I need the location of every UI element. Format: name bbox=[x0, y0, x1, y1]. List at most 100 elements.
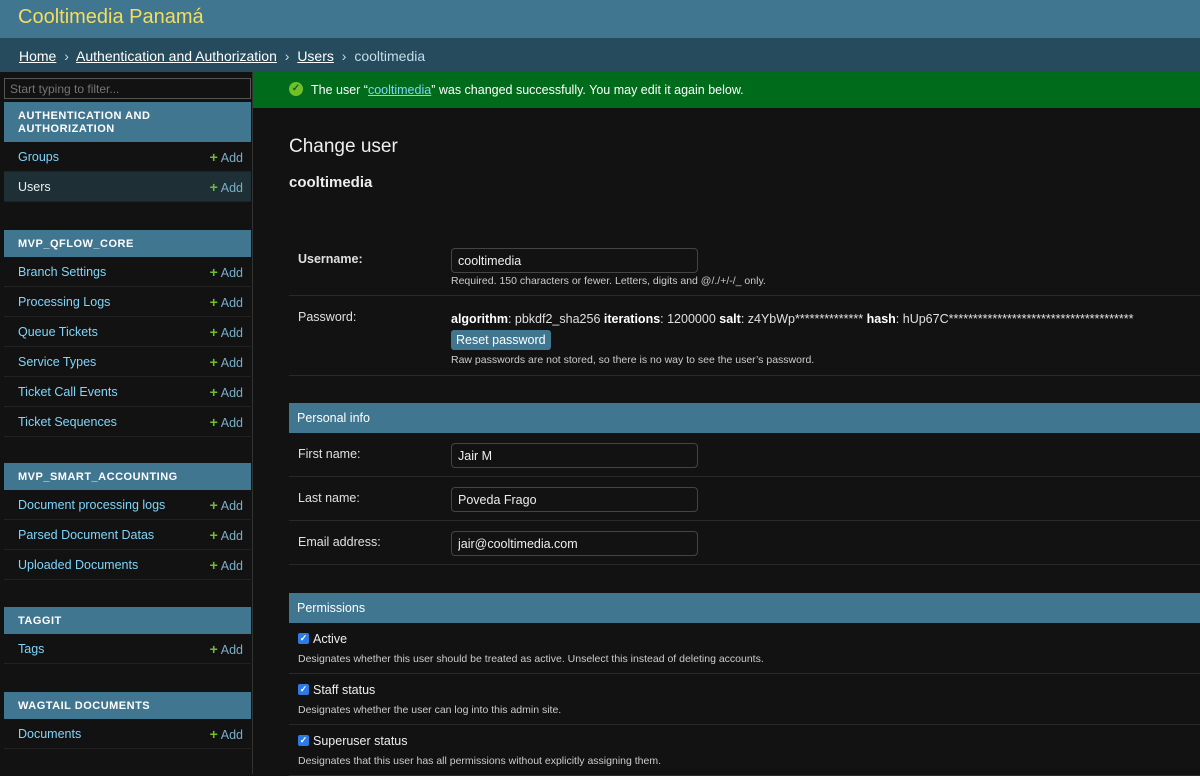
sidebar-item-documents[interactable]: Documents + Add bbox=[4, 719, 251, 749]
plus-icon: + bbox=[209, 497, 218, 513]
model-link[interactable]: Ticket Call Events bbox=[18, 385, 118, 399]
add-button[interactable]: + Add bbox=[210, 641, 243, 657]
add-button[interactable]: + Add bbox=[210, 384, 243, 400]
module-auth: AUTHENTICATION AND AUTHORIZATION Groups … bbox=[4, 102, 251, 202]
success-check-icon: ✓ bbox=[289, 82, 303, 96]
password-hash-summary: algorithm: pbkdf2_sha256 iterations: 120… bbox=[451, 312, 1134, 326]
sidebar-item-uploaded-documents[interactable]: Uploaded Documents + Add bbox=[4, 550, 251, 580]
module-wagtail-documents: WAGTAIL DOCUMENTS Documents + Add bbox=[4, 692, 251, 749]
sidebar-item-parsed-document-datas[interactable]: Parsed Document Datas + Add bbox=[4, 520, 251, 550]
module-caption[interactable]: AUTHENTICATION AND AUTHORIZATION bbox=[4, 102, 251, 142]
active-label[interactable]: Active bbox=[313, 632, 347, 646]
plus-icon: + bbox=[209, 324, 218, 340]
sidebar-item-branch-settings[interactable]: Branch Settings + Add bbox=[4, 257, 251, 287]
sidebar-item-users[interactable]: Users + Add bbox=[4, 172, 251, 202]
email-input[interactable] bbox=[451, 531, 698, 556]
active-row: ✓ Active Designates whether this user sh… bbox=[289, 623, 1200, 674]
pw-key: hash bbox=[866, 312, 896, 326]
model-link[interactable]: Processing Logs bbox=[18, 295, 110, 309]
first-name-row: First name: bbox=[289, 433, 1200, 477]
breadcrumb-separator: › bbox=[341, 48, 347, 64]
superuser-status-checkbox[interactable]: ✓ bbox=[298, 735, 309, 746]
add-button[interactable]: + Add bbox=[210, 726, 243, 742]
breadcrumb-model[interactable]: Users bbox=[297, 48, 334, 64]
add-label: Add bbox=[220, 728, 243, 742]
last-name-input[interactable] bbox=[451, 487, 698, 512]
breadcrumb-app[interactable]: Authentication and Authorization bbox=[76, 48, 277, 64]
superuser-status-help: Designates that this user has all permis… bbox=[298, 755, 662, 767]
add-button[interactable]: + Add bbox=[210, 414, 243, 430]
password-label: Password: bbox=[298, 310, 357, 324]
username-input[interactable] bbox=[451, 248, 698, 273]
module-caption[interactable]: MVP_SMART_ACCOUNTING bbox=[4, 463, 251, 490]
username-help: Required. 150 characters or fewer. Lette… bbox=[451, 275, 766, 287]
model-link[interactable]: Ticket Sequences bbox=[18, 415, 117, 429]
nav-filter-input[interactable] bbox=[4, 78, 251, 99]
model-link[interactable]: Groups bbox=[18, 150, 59, 164]
model-link[interactable]: Queue Tickets bbox=[18, 325, 98, 339]
module-caption[interactable]: MVP_QFLOW_CORE bbox=[4, 230, 251, 257]
staff-status-checkbox[interactable]: ✓ bbox=[298, 684, 309, 695]
site-name-link[interactable]: Cooltimedia Panamá bbox=[18, 6, 204, 29]
plus-icon: + bbox=[209, 414, 218, 430]
sidebar-item-queue-tickets[interactable]: Queue Tickets + Add bbox=[4, 317, 251, 347]
pw-value: hUp67C**********************************… bbox=[902, 312, 1134, 326]
model-link[interactable]: Tags bbox=[18, 642, 44, 656]
sidebar-item-ticket-call-events[interactable]: Ticket Call Events + Add bbox=[4, 377, 251, 407]
sidebar-item-ticket-sequences[interactable]: Ticket Sequences + Add bbox=[4, 407, 251, 437]
sidebar-item-document-processing-logs[interactable]: Document processing logs + Add bbox=[4, 490, 251, 520]
first-name-label: First name: bbox=[298, 447, 361, 461]
plus-icon: + bbox=[209, 527, 218, 543]
pw-value: z4YbWp************** bbox=[747, 312, 864, 326]
sidebar-item-service-types[interactable]: Service Types + Add bbox=[4, 347, 251, 377]
add-button[interactable]: + Add bbox=[210, 264, 243, 280]
model-link[interactable]: Document processing logs bbox=[18, 498, 165, 512]
module-caption[interactable]: TAGGIT bbox=[4, 607, 251, 634]
superuser-status-label[interactable]: Superuser status bbox=[313, 734, 408, 748]
staff-status-help: Designates whether the user can log into… bbox=[298, 704, 562, 716]
plus-icon: + bbox=[209, 354, 218, 370]
sidebar-item-groups[interactable]: Groups + Add bbox=[4, 142, 251, 172]
username-label: Username: bbox=[298, 252, 363, 266]
add-groups-button[interactable]: + Add bbox=[210, 149, 243, 165]
add-label: Add bbox=[220, 151, 243, 165]
module-caption[interactable]: WAGTAIL DOCUMENTS bbox=[4, 692, 251, 719]
model-link[interactable]: Users bbox=[18, 180, 51, 194]
model-link[interactable]: Documents bbox=[18, 727, 81, 741]
add-button[interactable]: + Add bbox=[210, 324, 243, 340]
sidebar-item-tags[interactable]: Tags + Add bbox=[4, 634, 251, 664]
pw-value: 1200000 bbox=[667, 312, 716, 326]
message-text: The user “ bbox=[311, 83, 368, 97]
add-label: Add bbox=[220, 643, 243, 657]
model-link[interactable]: Uploaded Documents bbox=[18, 558, 138, 572]
sidebar-item-processing-logs[interactable]: Processing Logs + Add bbox=[4, 287, 251, 317]
first-name-input[interactable] bbox=[451, 443, 698, 468]
permissions-heading[interactable]: Permissions bbox=[289, 593, 1200, 623]
model-link[interactable]: Parsed Document Datas bbox=[18, 528, 154, 542]
active-checkbox[interactable]: ✓ bbox=[298, 633, 309, 644]
password-help: Raw passwords are not stored, so there i… bbox=[451, 354, 815, 366]
breadcrumb-home[interactable]: Home bbox=[19, 48, 56, 64]
add-label: Add bbox=[220, 266, 243, 280]
message-user-link[interactable]: cooltimedia bbox=[368, 83, 431, 97]
model-link[interactable]: Service Types bbox=[18, 355, 96, 369]
add-button[interactable]: + Add bbox=[210, 557, 243, 573]
plus-icon: + bbox=[209, 264, 218, 280]
add-button[interactable]: + Add bbox=[210, 294, 243, 310]
email-row: Email address: bbox=[289, 521, 1200, 565]
model-link[interactable]: Branch Settings bbox=[18, 265, 106, 279]
plus-icon: + bbox=[209, 641, 218, 657]
site-header: Cooltimedia Panamá bbox=[0, 0, 1200, 38]
username-row: Username: Required. 150 characters or fe… bbox=[289, 238, 1200, 296]
object-subtitle: cooltimedia bbox=[289, 174, 373, 191]
staff-status-label[interactable]: Staff status bbox=[313, 683, 375, 697]
plus-icon: + bbox=[209, 149, 218, 165]
add-button[interactable]: + Add bbox=[210, 527, 243, 543]
add-button[interactable]: + Add bbox=[210, 497, 243, 513]
add-button[interactable]: + Add bbox=[210, 354, 243, 370]
module-caption-line: AUTHENTICATION AND bbox=[18, 110, 151, 122]
nav-sidebar: AUTHENTICATION AND AUTHORIZATION Groups … bbox=[0, 72, 253, 774]
add-users-button[interactable]: + Add bbox=[210, 179, 243, 195]
reset-password-button[interactable]: Reset password bbox=[451, 330, 551, 350]
personal-info-heading[interactable]: Personal info bbox=[289, 403, 1200, 433]
